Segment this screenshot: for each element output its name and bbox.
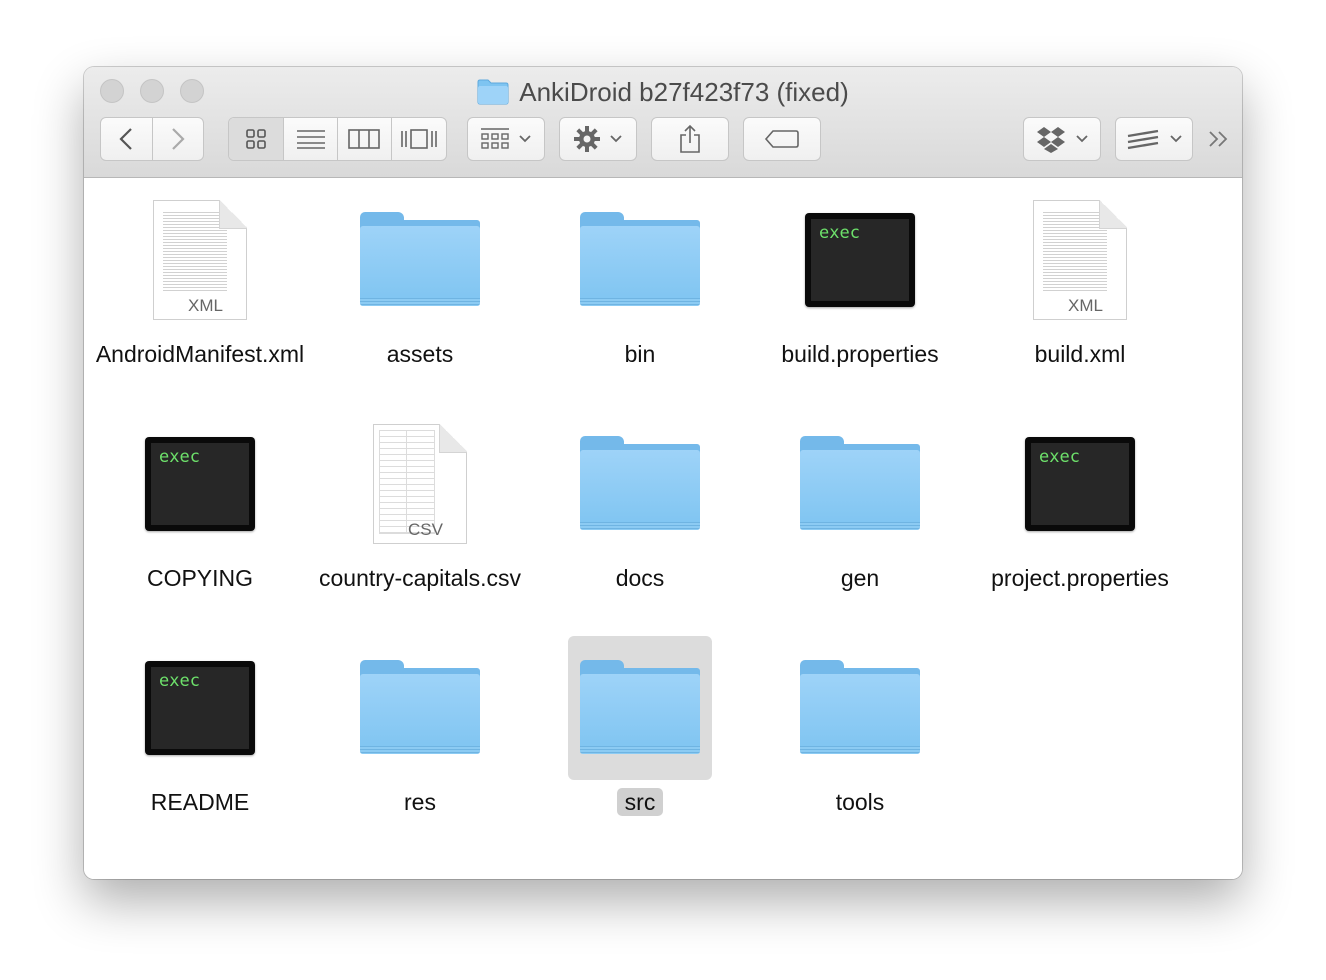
file-name-selected: src xyxy=(530,786,750,818)
finder-window: AnkiDroid b27f423f73 (fixed) XML Android… xyxy=(84,67,1242,879)
back-icon xyxy=(119,128,133,150)
folder-icon xyxy=(348,636,492,780)
share-button[interactable] xyxy=(651,117,729,161)
chevron-down-icon xyxy=(610,135,622,143)
list-view-icon xyxy=(296,130,325,149)
sourcetree-icon xyxy=(1127,129,1159,150)
file-name: gen xyxy=(840,565,880,591)
column-view-button[interactable] xyxy=(337,118,391,160)
sourcetree-button[interactable] xyxy=(1115,117,1193,161)
csv-file-icon: CSV xyxy=(348,412,492,556)
folder-icon xyxy=(348,188,492,332)
exec-badge: exec xyxy=(159,671,200,691)
dropbox-button[interactable] xyxy=(1023,117,1101,161)
arrange-icon xyxy=(481,128,509,149)
folder-icon xyxy=(788,412,932,556)
file-name: build.xml xyxy=(1034,341,1126,367)
xml-file-icon: XML xyxy=(128,188,272,332)
exec-badge: exec xyxy=(1039,447,1080,467)
window-title: AnkiDroid b27f423f73 (fixed) xyxy=(519,77,849,107)
file-name: build.properties xyxy=(781,341,939,367)
share-icon xyxy=(680,124,700,153)
exec-file-icon: exec xyxy=(788,188,932,332)
navigation-group xyxy=(100,117,204,161)
icon-view-icon xyxy=(246,129,267,149)
file-ext-label: XML xyxy=(1068,296,1103,315)
icon-view-button[interactable] xyxy=(229,118,284,160)
column-view-icon xyxy=(348,129,381,149)
tag-icon xyxy=(764,130,799,148)
exec-file-icon: exec xyxy=(128,636,272,780)
folder-icon xyxy=(477,79,509,105)
folder-icon xyxy=(568,412,712,556)
folder-icon xyxy=(568,188,712,332)
folder-icon xyxy=(788,636,932,780)
chevron-down-icon xyxy=(519,135,531,143)
file-name: AndroidManifest.xml xyxy=(95,341,305,367)
file-name: docs xyxy=(615,565,665,591)
cover-flow-button[interactable] xyxy=(390,118,446,160)
file-name: COPYING xyxy=(146,565,254,591)
file-grid: XML AndroidManifest.xml assets bin exec … xyxy=(84,178,1242,879)
exec-file-icon: exec xyxy=(128,412,272,556)
title-bar: AnkiDroid b27f423f73 (fixed) xyxy=(84,67,1242,178)
file-name: assets xyxy=(386,341,454,367)
dropbox-icon xyxy=(1037,127,1065,153)
file-ext-label: CSV xyxy=(408,520,443,539)
file-name: src xyxy=(616,788,664,816)
folder-icon xyxy=(568,636,712,780)
overflow-icon xyxy=(1209,131,1228,147)
exec-badge: exec xyxy=(819,223,860,243)
file-name: tools xyxy=(835,789,885,815)
file-name: bin xyxy=(624,341,656,367)
chevron-down-icon xyxy=(1076,135,1088,143)
list-view-button[interactable] xyxy=(283,118,337,160)
exec-badge: exec xyxy=(159,447,200,467)
chevron-down-icon xyxy=(1170,135,1182,143)
exec-file-icon: exec xyxy=(1008,412,1152,556)
tag-button[interactable] xyxy=(743,117,821,161)
cover-flow-icon xyxy=(400,129,437,149)
file-name: project.properties xyxy=(991,565,1169,591)
xml-file-icon: XML xyxy=(1008,188,1152,332)
file-ext-label: XML xyxy=(188,296,223,315)
arrange-button[interactable] xyxy=(467,117,545,161)
file-name: README xyxy=(150,789,250,815)
file-name: country-capitals.csv xyxy=(319,565,521,591)
view-mode-group xyxy=(228,117,447,161)
file-name: res xyxy=(404,789,436,815)
back-button[interactable] xyxy=(101,118,152,160)
forward-button[interactable] xyxy=(151,118,203,160)
action-gear-icon xyxy=(574,126,600,152)
forward-icon xyxy=(172,128,185,150)
action-button[interactable] xyxy=(559,117,637,161)
toolbar-overflow-button[interactable] xyxy=(1204,117,1234,161)
